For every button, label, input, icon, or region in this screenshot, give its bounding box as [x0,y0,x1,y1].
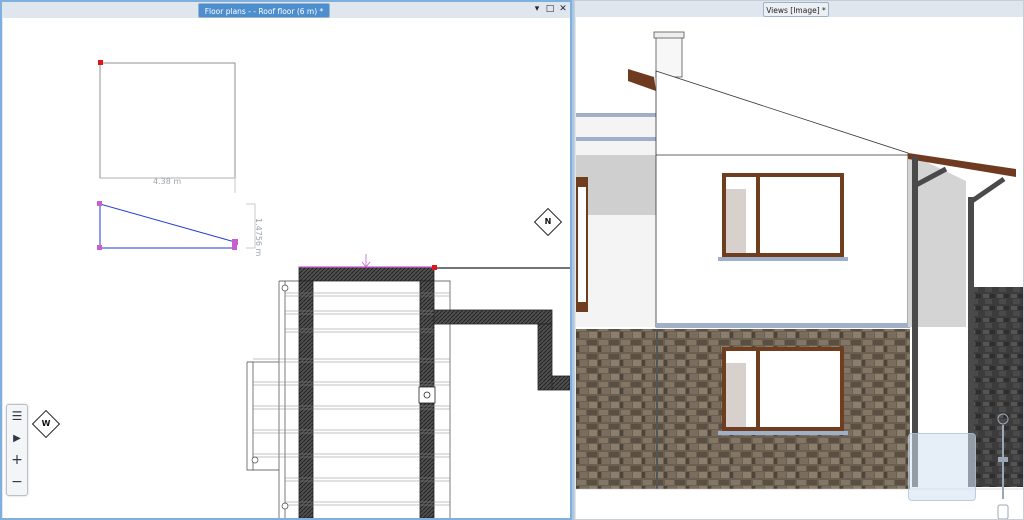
dimension-vertical-label: 1.4756 m [254,218,263,257]
selection-shape[interactable] [99,203,236,249]
handle[interactable] [97,201,102,206]
zoom-in-button[interactable]: + [7,449,27,471]
views-pane: Views [Image] * [574,0,1024,520]
zoom-out-button[interactable]: − [7,471,27,493]
floor-plan-canvas[interactable]: 4.38 m 1.4756 m N W [3,18,570,518]
handle[interactable] [98,60,103,65]
dropdown-icon[interactable]: ▾ [532,4,542,14]
handle[interactable] [232,245,237,250]
dimension-horizontal-label: 4.38 m [153,177,182,186]
3d-view-canvas[interactable] [576,17,1023,519]
handle[interactable] [232,239,238,245]
side-toolbar: ☰ ▶ + − [6,404,28,496]
floor-plans-tab[interactable]: Floor plans - - Roof floor (6 m) * [198,3,330,18]
compass-n-label: N [544,217,552,226]
expand-arrow-icon[interactable]: ▶ [7,427,27,449]
roof-wall[interactable] [298,266,435,282]
floor-plans-pane: Floor plans - - Roof floor (6 m) * ▾ □ ✕ [0,0,572,520]
navigation-pad[interactable] [908,433,976,501]
zoom-slider[interactable] [996,413,1010,519]
maximize-icon[interactable]: □ [545,4,555,14]
roof-outline[interactable] [99,62,236,179]
close-icon[interactable]: ✕ [558,4,568,14]
window-buttons: ▾ □ ✕ [532,4,568,14]
floor-plan-drawing [97,60,570,518]
handle[interactable] [97,245,102,250]
menu-list-icon[interactable]: ☰ [7,405,27,427]
views-tab[interactable]: Views [Image] * [763,2,829,17]
compass-w-label: W [41,419,51,428]
